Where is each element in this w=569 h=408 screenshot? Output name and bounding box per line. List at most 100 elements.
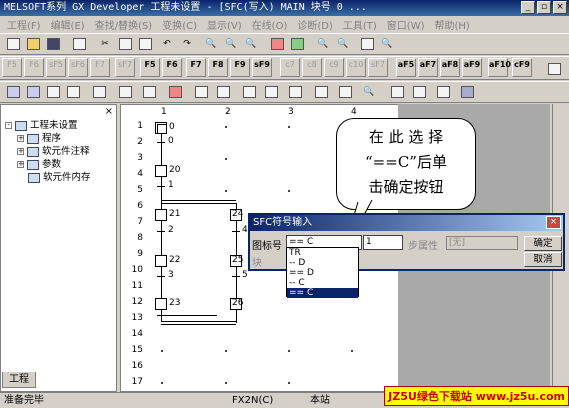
convert-icon[interactable] <box>312 83 330 101</box>
menu-bar: 工程(F) 编辑(E) 查找/替换(S) 变换(C) 显示(V) 在线(O) 诊… <box>0 16 569 33</box>
ok-button[interactable]: 确定 <box>524 236 562 251</box>
step-box[interactable] <box>155 209 167 221</box>
fkey-af5-button[interactable]: aF5 <box>396 58 416 77</box>
screen-small-icon[interactable] <box>458 83 476 101</box>
sampling-icon[interactable] <box>262 83 280 101</box>
step-box[interactable] <box>155 298 167 310</box>
step-box[interactable] <box>155 165 167 177</box>
dropdown-option[interactable]: == D <box>287 268 358 278</box>
toolbar-extra-icon[interactable] <box>545 60 563 78</box>
minimize-button[interactable]: _ <box>521 1 535 14</box>
fkey-f7-button[interactable]: F7 <box>186 58 206 77</box>
read-plc-icon[interactable] <box>288 35 306 53</box>
device-test-icon[interactable] <box>240 83 258 101</box>
sfc-all-icon[interactable]: 🔍 <box>360 83 378 101</box>
tree-item-program[interactable]: + 程序 <box>5 132 91 145</box>
transition-bar[interactable] <box>157 231 165 232</box>
block-list-icon[interactable] <box>336 83 354 101</box>
menu-tools[interactable]: 工具(T) <box>338 17 382 32</box>
monitor-stop-icon[interactable]: 🔍 <box>334 35 352 53</box>
fkey-f5-button[interactable]: F5 <box>140 58 160 77</box>
find-step-icon[interactable]: 🔍 <box>242 35 260 53</box>
copy-icon[interactable] <box>116 35 134 53</box>
transition-bar[interactable] <box>232 231 240 232</box>
menu-find-replace[interactable]: 查找/替换(S) <box>90 17 158 32</box>
fkey-af8-button[interactable]: aF8 <box>440 58 460 77</box>
transition-bar[interactable] <box>232 276 240 277</box>
find-instruction-icon[interactable]: 🔍 <box>222 35 240 53</box>
menu-window[interactable]: 窗口(W) <box>382 17 430 32</box>
save-icon[interactable] <box>44 35 62 53</box>
monitor-icon[interactable]: 🔍 <box>314 35 332 53</box>
expand-icon[interactable]: + <box>17 148 24 155</box>
check-program-icon[interactable] <box>286 83 304 101</box>
step-label: 21 <box>169 209 181 219</box>
expand-icon[interactable]: + <box>17 161 24 168</box>
menu-online[interactable]: 在线(O) <box>247 17 293 32</box>
print-icon[interactable] <box>70 35 88 53</box>
close-icon[interactable]: × <box>546 216 561 229</box>
step-box[interactable] <box>155 255 167 267</box>
restore-button[interactable]: ▫ <box>537 1 551 14</box>
menu-convert[interactable]: 变换(C) <box>157 17 202 32</box>
dropdown-option[interactable]: TR <box>287 248 358 258</box>
close-icon[interactable]: × <box>105 106 113 117</box>
screen-icon[interactable] <box>358 35 376 53</box>
tree-item-parameters[interactable]: + 参数 <box>5 158 91 171</box>
menu-diagnostics[interactable]: 诊断(D) <box>292 17 338 32</box>
undo-icon[interactable]: ↶ <box>158 35 176 53</box>
transition-bar[interactable] <box>157 276 165 277</box>
sfc-mode-icon[interactable] <box>24 83 42 101</box>
menu-view[interactable]: 显示(V) <box>202 17 247 32</box>
open-folder-icon[interactable] <box>24 35 42 53</box>
fkey-af7-button[interactable]: aF7 <box>418 58 438 77</box>
tree-item-comments[interactable]: + 软元件注释 <box>5 145 91 158</box>
dropdown-option[interactable]: -- C <box>287 278 358 288</box>
transition-bar[interactable] <box>157 186 165 187</box>
collapse-icon[interactable]: - <box>5 122 12 129</box>
dropdown-option[interactable]: -- D <box>287 258 358 268</box>
fkey-af9-button[interactable]: aF9 <box>462 58 482 77</box>
transition-bar[interactable] <box>157 142 165 143</box>
step-attribute-select[interactable]: [无] <box>446 236 518 250</box>
cut-icon[interactable]: ✂ <box>96 35 114 53</box>
expand-icon[interactable]: + <box>17 135 24 142</box>
menu-help[interactable]: 帮助(H) <box>430 17 475 32</box>
fkey-sf9-button[interactable]: sF9 <box>252 58 272 77</box>
list-mode-icon[interactable] <box>44 83 62 101</box>
read-mode-icon[interactable] <box>90 83 108 101</box>
tab-project[interactable]: 工程 <box>2 372 36 388</box>
zoom-sfc-icon[interactable] <box>388 83 406 101</box>
redo-icon[interactable]: ↷ <box>178 35 196 53</box>
menu-edit[interactable]: 编辑(E) <box>46 17 90 32</box>
fkey-af10-button[interactable]: aF10 <box>488 58 511 77</box>
register-icon[interactable] <box>166 83 184 101</box>
program-toolbar: 🔍 <box>0 81 569 103</box>
fkey-cf9-button[interactable]: cF9 <box>512 58 532 77</box>
paste-icon[interactable] <box>136 35 154 53</box>
write-plc-icon[interactable] <box>268 35 286 53</box>
block-info-icon[interactable] <box>410 83 428 101</box>
monitor-mode-icon[interactable] <box>140 83 158 101</box>
new-file-icon[interactable] <box>4 35 22 53</box>
fkey-f6-button[interactable]: F6 <box>162 58 182 77</box>
symbol-number-input[interactable]: 1 <box>363 235 403 250</box>
dropdown-option-selected[interactable]: == C <box>287 288 358 298</box>
find-device-icon[interactable]: 🔍 <box>202 35 220 53</box>
fkey-f9-button[interactable]: F9 <box>230 58 250 77</box>
menu-project[interactable]: 工程(F) <box>2 17 46 32</box>
entry-monitor-icon[interactable] <box>214 83 232 101</box>
fkey-f8-button[interactable]: F8 <box>208 58 228 77</box>
ladder-mode-icon[interactable] <box>4 83 22 101</box>
close-window-button[interactable]: × <box>553 1 567 14</box>
window-split-icon[interactable] <box>434 83 452 101</box>
tree-item-device-memory[interactable]: 软元件内存 <box>5 171 91 184</box>
comment-icon[interactable] <box>64 83 82 101</box>
grid-dot <box>225 126 227 128</box>
write-mode-icon[interactable] <box>116 83 134 101</box>
cancel-button[interactable]: 取消 <box>524 252 562 267</box>
initial-step-box[interactable] <box>155 122 167 134</box>
zoom-icon[interactable]: 🔍 <box>378 35 396 53</box>
device-batch-icon[interactable] <box>192 83 210 101</box>
tree-root[interactable]: - 工程未设置 <box>5 119 91 132</box>
